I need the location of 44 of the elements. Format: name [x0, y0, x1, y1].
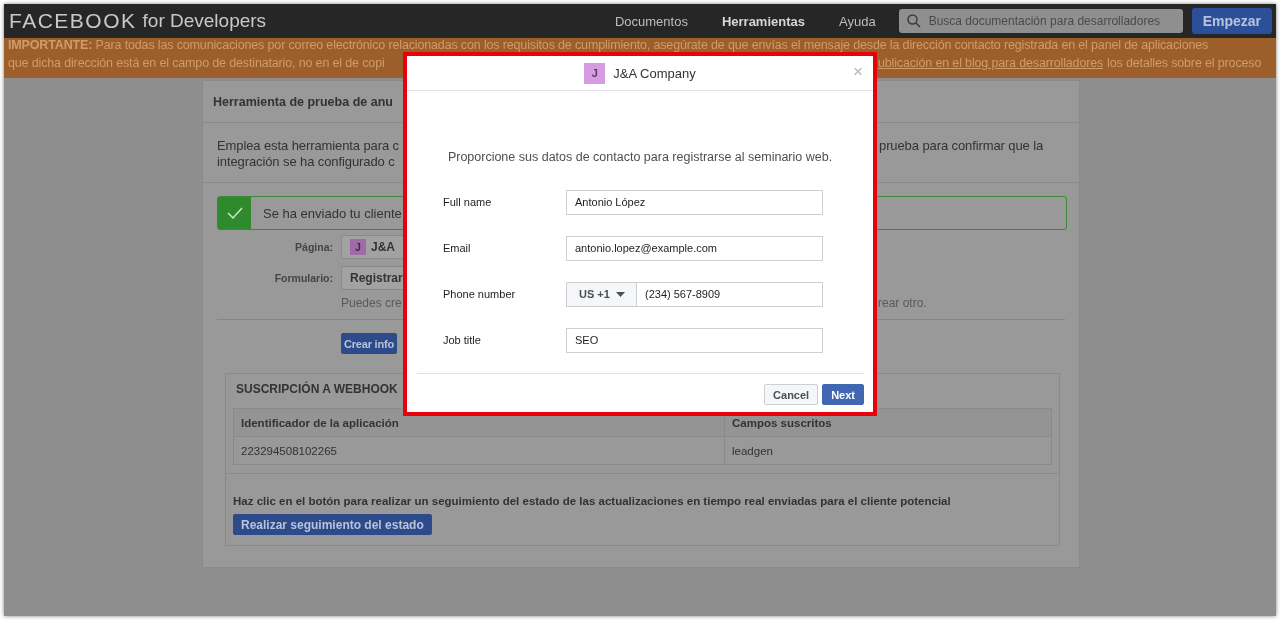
field-label: Página:: [294, 241, 333, 253]
field-label: Job title: [443, 334, 482, 346]
create-button[interactable]: Crear info: [341, 333, 397, 354]
hint-text: rear otro.: [878, 296, 928, 310]
logo-text[interactable]: FACEBOOK: [9, 9, 137, 33]
cancel-button[interactable]: Cancel: [764, 384, 819, 405]
country-code-select[interactable]: US +1: [566, 281, 636, 307]
page-select[interactable]: J J&A: [341, 235, 404, 259]
notice-text: IMPORTANTE: Para todas las comunicaciones por correo electrónico relacionadas con los requisitos de cumplimiento, asegúrate de que envías el mensaje desde la dirección contacto registrada en el panel de aplicaciones: [8, 38, 1209, 52]
logo-subtitle: for Developers: [142, 10, 267, 32]
nav-link[interactable]: Herramientas: [704, 13, 822, 29]
input-field[interactable]: antonio.lopez@example.com: [566, 235, 823, 261]
description-text: Emplea esta herramienta para c: [217, 138, 399, 154]
check-icon: [226, 206, 243, 220]
next-button[interactable]: Next: [822, 384, 864, 405]
instruction-text: Haz clic en el botón para realizar un seguimiento del estado de las actualizaciones en tiempo real enviadas para el cliente potencial: [233, 495, 952, 507]
page-avatar: J: [350, 239, 366, 255]
section-title: SUSCRIPCIÓN A WEBHOOK: [236, 382, 398, 398]
card-title: Herramienta de prueba de anu: [213, 94, 393, 109]
phone-field[interactable]: (234) 567-8909: [636, 281, 823, 307]
input-field[interactable]: SEO: [566, 327, 823, 353]
dialog-prompt: Proporcione sus datos de contacto para registrarse al seminario web.: [446, 150, 834, 164]
nav-link[interactable]: Documentos: [597, 13, 705, 29]
company-avatar: J: [584, 62, 606, 84]
notice-text: los detalles sobre el proceso: [1107, 56, 1262, 70]
dialog-title: J&A Company: [613, 65, 696, 81]
success-text: Se ha enviado tu cliente: [263, 205, 402, 221]
search-field[interactable]: Busca documentación para desarrolladores: [898, 9, 1183, 33]
nav-link[interactable]: Ayuda: [822, 13, 893, 29]
input-field[interactable]: Antonio López: [566, 189, 823, 215]
field-label: Phone number: [443, 288, 517, 300]
field-label: Email: [443, 242, 472, 254]
notice-text: que dicha dirección está en el campo de destinatario, no en el de copi: [8, 56, 385, 70]
track-status-button[interactable]: Realizar seguimiento del estado: [233, 514, 432, 535]
start-button[interactable]: Empezar: [1191, 8, 1272, 34]
table-cell: 223294508102265: [233, 436, 725, 465]
field-label: Full name: [443, 196, 493, 208]
description-text: prueba para confirmar que la: [879, 138, 1045, 155]
table-cell: leadgen: [724, 436, 1052, 465]
field-label: Formulario:: [273, 272, 333, 284]
caret-icon: [615, 291, 625, 297]
description-text: integración se ha configurado c: [217, 154, 395, 170]
search-icon: [906, 14, 921, 28]
hint-text: Puedes cre: [341, 296, 403, 310]
